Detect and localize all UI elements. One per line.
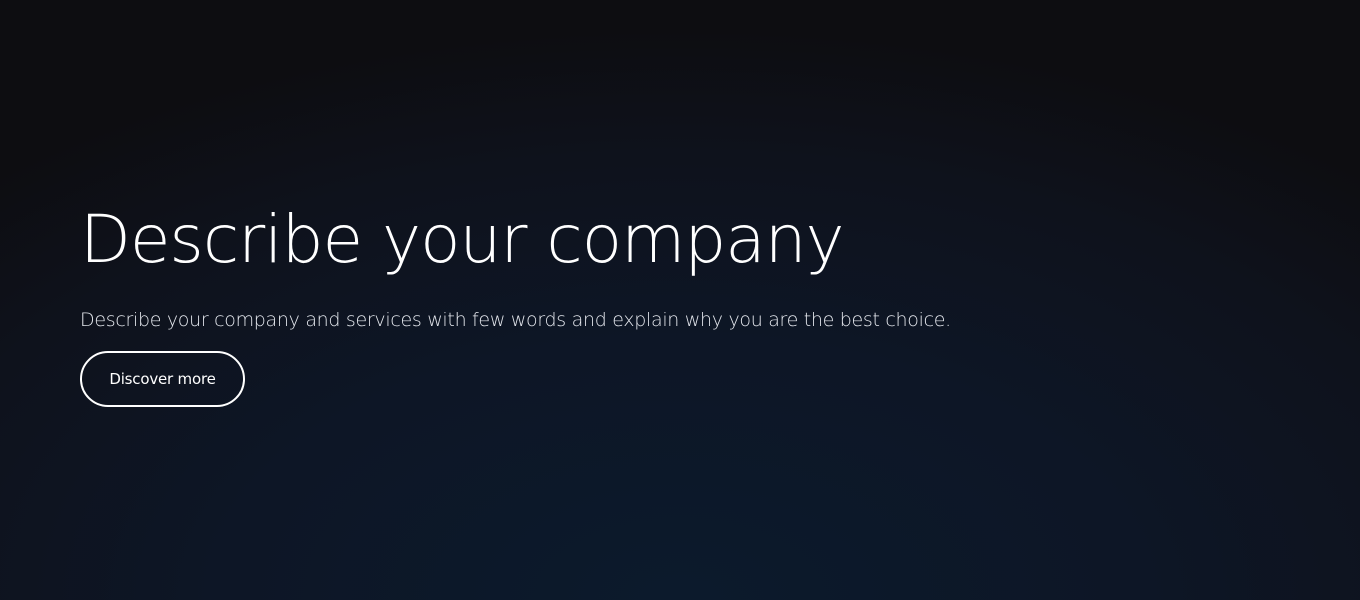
hero-title: Describe your company <box>80 201 845 278</box>
discover-more-button[interactable]: Discover more <box>80 351 245 407</box>
hero-subtitle: Describe your company and services with … <box>80 309 951 331</box>
hero-section: Describe your company Describe your comp… <box>80 200 1280 336</box>
